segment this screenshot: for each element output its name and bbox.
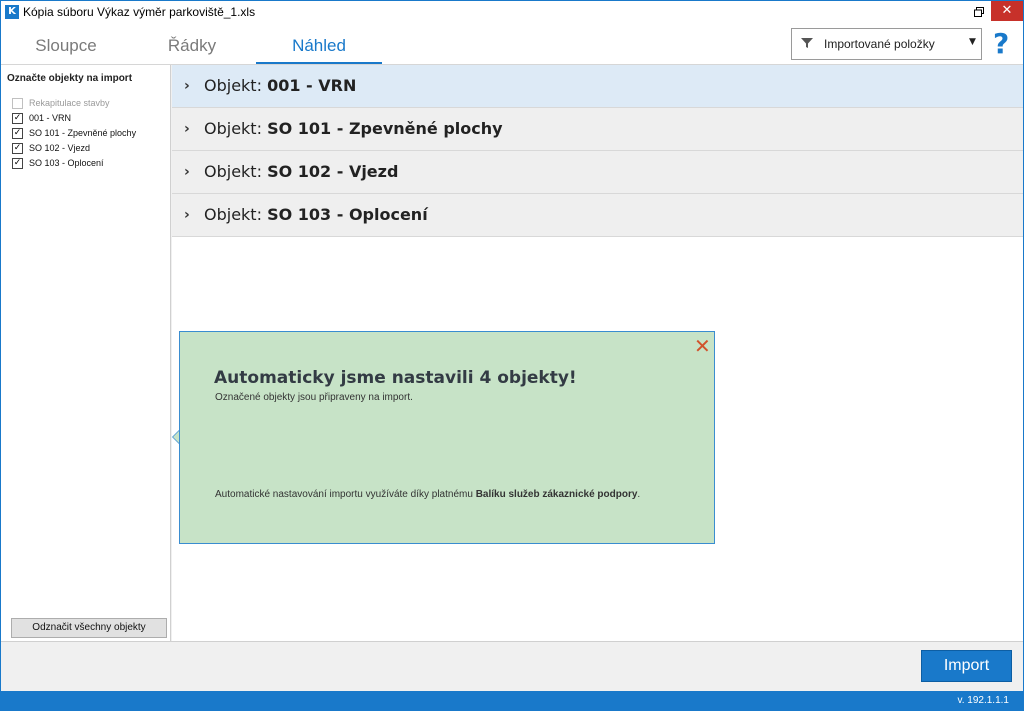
tab-nahled[interactable]: Náhled xyxy=(256,36,382,56)
checkbox-label: 001 - VRN xyxy=(29,113,72,123)
tab-radky[interactable]: Řádky xyxy=(147,36,237,56)
unmark-all-button[interactable]: Odznačit všechny objekty xyxy=(11,618,167,638)
help-icon[interactable]: ? xyxy=(993,27,1009,60)
app-logo-icon: K xyxy=(5,5,19,19)
checkbox-checked[interactable]: ✓ xyxy=(12,128,23,139)
close-button[interactable]: ✕ xyxy=(991,1,1023,21)
popup-subtitle: Označené objekty jsou připraveny na impo… xyxy=(215,392,413,403)
chevron-right-icon: › xyxy=(184,164,190,180)
checkbox-label: SO 101 - Zpevněné plochy xyxy=(29,128,137,138)
app-window: K Kópia súboru Výkaz výměr parkoviště_1.… xyxy=(0,0,1024,711)
chevron-right-icon: › xyxy=(184,121,190,137)
restore-button[interactable] xyxy=(967,1,991,23)
tabs-bar: Sloupce Řádky Náhled Importované položky… xyxy=(1,23,1023,65)
chevron-right-icon: › xyxy=(184,207,190,223)
sidebar: Označte objekty na import Rekapitulace s… xyxy=(1,65,171,641)
checkbox-checked[interactable]: ✓ xyxy=(12,158,23,169)
bottom-bar: Import xyxy=(1,641,1023,691)
popup-footer: Automatické nastavování importu využívát… xyxy=(215,489,641,500)
popup-close-icon[interactable]: ✕ xyxy=(694,334,711,358)
filter-dropdown[interactable]: Importované položky ▼ xyxy=(791,28,982,60)
object-title: Objekt: 001 - VRN xyxy=(204,76,357,95)
object-title: Objekt: SO 103 - Oplocení xyxy=(204,205,428,224)
import-button[interactable]: Import xyxy=(921,650,1012,682)
object-row-001[interactable]: › Objekt: 001 - VRN xyxy=(172,65,1023,108)
chevron-right-icon: › xyxy=(184,78,190,94)
checkbox-label: Rekapitulace stavby xyxy=(29,98,110,108)
status-bar: v. 192.1.1.1 xyxy=(1,691,1023,710)
info-popup: ✕ Automaticky jsme nastavili 4 objekty! … xyxy=(179,331,715,544)
object-row-so-101[interactable]: › Objekt: SO 101 - Zpevněné plochy xyxy=(172,108,1023,151)
checkbox-label: SO 103 - Oplocení xyxy=(29,158,104,168)
object-row-so-102[interactable]: › Objekt: SO 102 - Vjezd xyxy=(172,151,1023,194)
active-tab-indicator xyxy=(256,62,382,64)
object-row-so-103[interactable]: › Objekt: SO 103 - Oplocení xyxy=(172,194,1023,237)
object-title: Objekt: SO 102 - Vjezd xyxy=(204,162,399,181)
sidebar-title: Označte objekty na import xyxy=(7,73,133,84)
tab-sloupce[interactable]: Sloupce xyxy=(21,36,111,56)
filter-selected-value: Importované položky xyxy=(824,37,935,51)
support-package-text: Balíku služeb zákaznické podpory xyxy=(475,489,638,500)
popup-title: Automaticky jsme nastavili 4 objekty! xyxy=(214,368,577,388)
filter-icon xyxy=(801,38,813,48)
close-icon: ✕ xyxy=(1001,3,1013,18)
object-title: Objekt: SO 101 - Zpevněné plochy xyxy=(204,119,503,138)
version-label: v. 192.1.1.1 xyxy=(957,695,1009,706)
checkbox-label: SO 102 - Vjezd xyxy=(29,143,91,153)
chevron-down-icon: ▼ xyxy=(969,37,976,47)
checkbox-checked[interactable]: ✓ xyxy=(12,113,23,124)
checkbox-checked[interactable]: ✓ xyxy=(12,143,23,154)
title-bar: K Kópia súboru Výkaz výměr parkoviště_1.… xyxy=(1,1,1023,23)
checkbox xyxy=(12,98,23,109)
restore-icon xyxy=(974,7,984,17)
window-title: Kópia súboru Výkaz výměr parkoviště_1.xl… xyxy=(23,5,256,19)
